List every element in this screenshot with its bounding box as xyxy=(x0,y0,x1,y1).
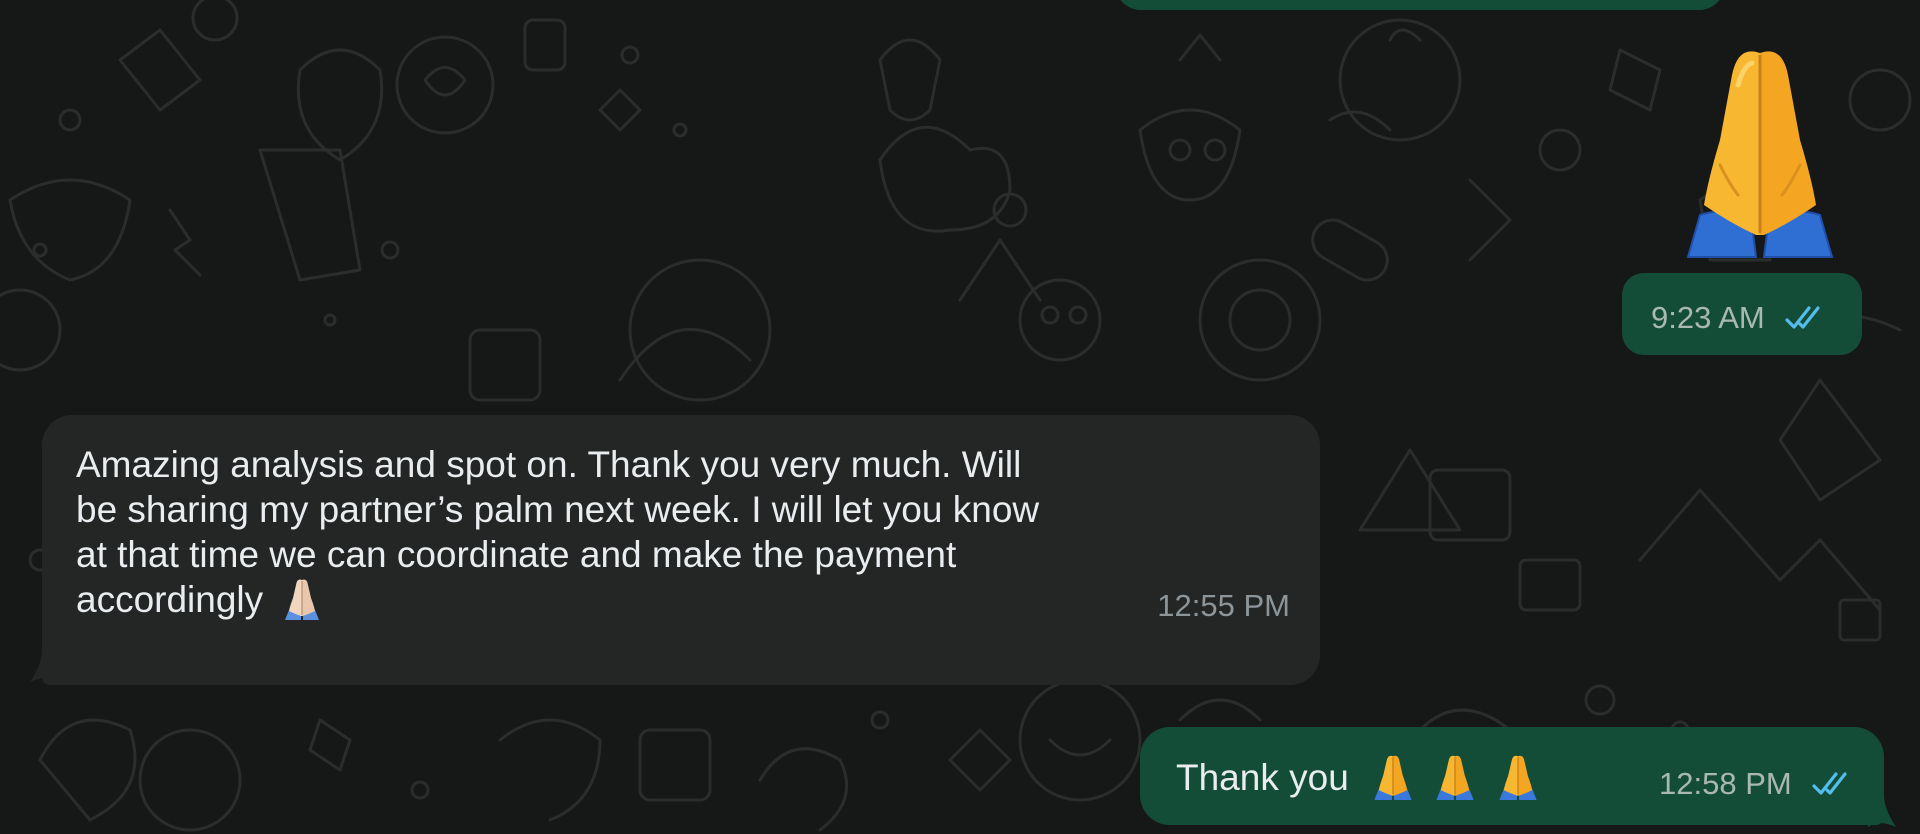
message-timestamp: 9:23 AM xyxy=(1651,300,1765,335)
message-timestamp: 12:58 PM xyxy=(1659,766,1792,801)
read-receipt-icon xyxy=(1812,772,1847,795)
folded-hands-icon xyxy=(285,579,320,620)
folded-hands-icon xyxy=(1374,755,1412,800)
read-receipt-icon xyxy=(1785,306,1820,329)
folded-hands-icon xyxy=(1436,755,1474,800)
outgoing-emoji-time-pill: 9:23 AM xyxy=(1622,273,1862,355)
message-text: Thank you xyxy=(1176,757,1349,798)
message-timestamp: 12:55 PM xyxy=(1157,588,1290,623)
folded-hands-icon xyxy=(1686,51,1834,258)
chat-panel: 9:23 AM Amazing analysis and spot on. Th… xyxy=(0,0,1920,834)
outgoing-emoji-message[interactable] xyxy=(1660,45,1860,260)
incoming-message-bubble[interactable]: Amazing analysis and spot on. Thank you … xyxy=(42,415,1320,685)
folded-hands-icon xyxy=(1499,755,1537,800)
outgoing-message-bubble[interactable]: Thank you 12:58 PM xyxy=(1140,727,1884,825)
message-line: accordingly xyxy=(76,579,264,620)
message-line: Amazing analysis and spot on. Thank you … xyxy=(76,444,1022,485)
emoji-group xyxy=(1369,754,1542,810)
previous-message-bubble xyxy=(1115,0,1725,10)
message-line: be sharing my partner’s palm next week. … xyxy=(76,489,1040,530)
message-line: at that time we can coordinate and make … xyxy=(76,534,957,575)
